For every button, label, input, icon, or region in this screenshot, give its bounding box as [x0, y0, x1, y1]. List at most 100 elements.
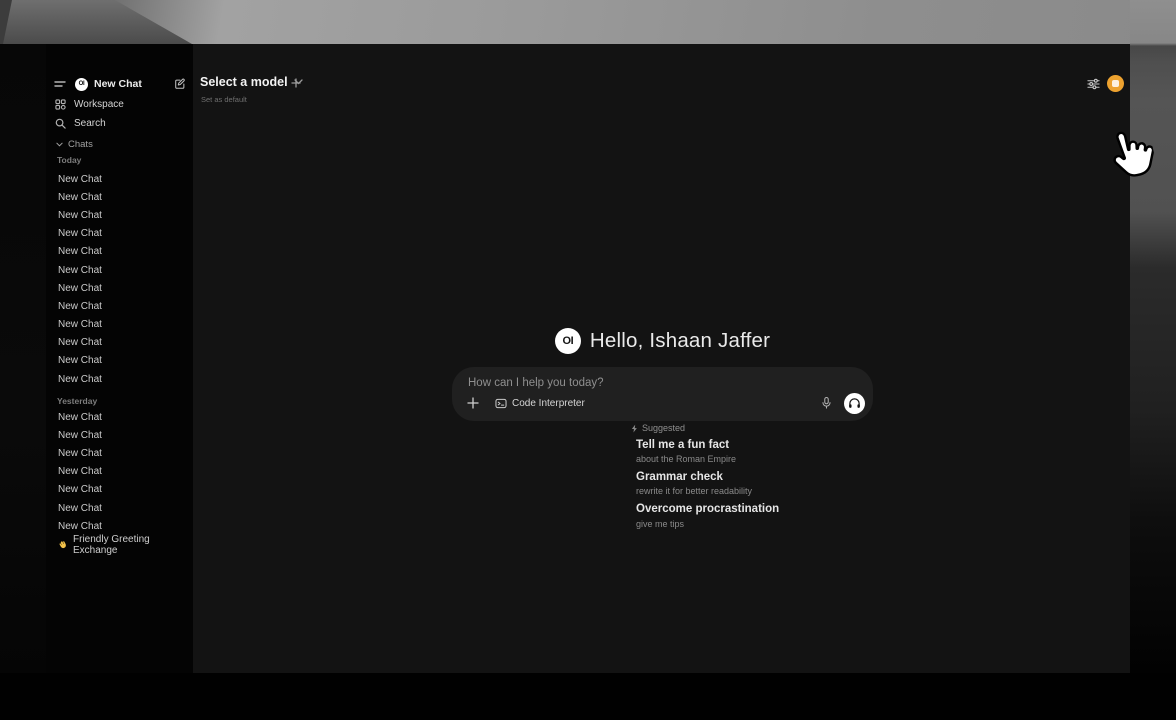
workspace-label: Workspace [74, 99, 124, 110]
chat-title: New Chat [58, 283, 102, 294]
chat-list-item[interactable]: New Chat [46, 408, 193, 426]
chat-title: New Chat [58, 192, 102, 203]
chat-title: New Chat [58, 265, 102, 276]
message-composer: How can I help you today? Code Interpret… [452, 367, 873, 421]
topbar-actions [1087, 75, 1124, 92]
greeting-text: Hello, Ishaan Jaffer [590, 329, 770, 353]
message-input[interactable]: How can I help you today? [468, 377, 604, 389]
attach-plus-icon[interactable] [467, 397, 479, 409]
wave-hand-icon [58, 540, 68, 550]
user-avatar[interactable] [1107, 75, 1124, 92]
sidebar-toggle-icon[interactable] [54, 79, 66, 89]
chat-list-item-friendly-greeting[interactable]: Friendly Greeting Exchange [46, 536, 193, 554]
adjustments-icon[interactable] [1087, 78, 1100, 90]
backdrop-top [0, 0, 1176, 44]
chat-title: New Chat [58, 448, 102, 459]
backdrop-right [1130, 0, 1176, 720]
app-logo: OI [555, 328, 581, 354]
suggestion-title: Grammar check [636, 471, 956, 484]
chat-title: New Chat [58, 484, 102, 495]
suggested-label: Suggested [642, 423, 685, 433]
chat-list-item[interactable]: New Chat [46, 188, 193, 206]
search-icon [55, 118, 66, 129]
chat-list-item[interactable]: New Chat [46, 261, 193, 279]
composer-toolbar: Code Interpreter [463, 392, 865, 414]
new-chat-pencil-icon[interactable] [174, 78, 186, 90]
chat-list-item[interactable]: New Chat [46, 297, 193, 315]
chat-list-item[interactable]: New Chat [46, 426, 193, 444]
chat-title: New Chat [58, 228, 102, 239]
chat-title: New Chat [58, 466, 102, 477]
suggestion-item[interactable]: Tell me a fun fact about the Roman Empir… [636, 439, 956, 464]
suggestion-subtitle: give me tips [636, 519, 956, 529]
add-model-plus-icon[interactable] [291, 78, 301, 88]
chat-list-item[interactable]: New Chat [46, 370, 193, 388]
chat-list-item[interactable]: New Chat [46, 206, 193, 224]
code-interpreter-label: Code Interpreter [512, 398, 585, 409]
app-logo: OI [75, 78, 88, 91]
suggestion-subtitle: rewrite it for better readability [636, 486, 956, 496]
chat-title: Friendly Greeting Exchange [73, 534, 193, 556]
voice-mode-button[interactable] [844, 393, 865, 414]
chat-list-item[interactable]: New Chat [46, 517, 193, 535]
chat-list-item[interactable]: New Chat [46, 463, 193, 481]
suggestion-list: Tell me a fun fact about the Roman Empir… [636, 439, 956, 536]
chevron-down-icon [56, 142, 63, 147]
chat-title: New Chat [58, 412, 102, 423]
suggestion-title: Tell me a fun fact [636, 439, 956, 452]
code-interpreter-icon [495, 398, 507, 409]
chat-title: New Chat [58, 337, 102, 348]
chat-group-label-yesterday: Yesterday [57, 396, 97, 406]
sidebar: OI New Chat Workspace Search [46, 44, 193, 673]
chats-section-label: Chats [68, 139, 93, 150]
suggestion-title: Overcome procrastination [636, 503, 956, 516]
chat-list-yesterday: New Chat New Chat New Chat New Chat New Chat… [46, 408, 193, 535]
sidebar-header: OI New Chat [54, 74, 186, 94]
model-selector[interactable]: Select a model [200, 75, 303, 89]
chat-group-label-today: Today [57, 155, 81, 165]
main-area: Select a model Set as default OI Hello, … [193, 44, 1130, 673]
bolt-icon [631, 424, 638, 433]
microphone-icon[interactable] [821, 396, 832, 410]
desktop-background: OI New Chat Workspace Search [0, 0, 1176, 720]
chat-title: New Chat [58, 355, 102, 366]
chat-list-item[interactable]: New Chat [46, 352, 193, 370]
chat-list-item[interactable]: New Chat [46, 499, 193, 517]
code-interpreter-button[interactable]: Code Interpreter [495, 398, 585, 409]
chat-title: New Chat [58, 210, 102, 221]
model-selector-label: Select a model [200, 75, 288, 89]
set-as-default-link[interactable]: Set as default [201, 95, 247, 104]
chat-list-item[interactable]: New Chat [46, 279, 193, 297]
search-label: Search [74, 118, 106, 129]
suggestion-item[interactable]: Grammar check rewrite it for better read… [636, 471, 956, 496]
chat-list-item[interactable]: New Chat [46, 243, 193, 261]
hero-greeting: OI Hello, Ishaan Jaffer [452, 327, 873, 355]
suggestion-subtitle: about the Roman Empire [636, 454, 956, 464]
headphones-icon [848, 397, 861, 409]
chat-title: New Chat [58, 521, 102, 532]
sidebar-item-workspace[interactable]: Workspace [54, 96, 187, 112]
chat-list-item[interactable]: New Chat [46, 444, 193, 462]
sidebar-title: New Chat [94, 78, 142, 90]
suggestion-item[interactable]: Overcome procrastination give me tips [636, 503, 956, 528]
workspace-grid-icon [55, 99, 66, 110]
chat-list-item[interactable]: New Chat [46, 334, 193, 352]
backdrop-bottom [0, 673, 1176, 720]
chat-title: New Chat [58, 174, 102, 185]
chat-list-today: New Chat New Chat New Chat New Chat New Chat… [46, 170, 193, 388]
sidebar-item-search[interactable]: Search [54, 115, 187, 131]
app-window: OI New Chat Workspace Search [46, 44, 1130, 673]
backdrop-left [0, 44, 46, 673]
chat-list-item[interactable]: New Chat [46, 481, 193, 499]
chat-list-item[interactable]: New Chat [46, 316, 193, 334]
chat-title: New Chat [58, 503, 102, 514]
chat-title: New Chat [58, 301, 102, 312]
chat-title: New Chat [58, 319, 102, 330]
chat-list-item[interactable]: New Chat [46, 170, 193, 188]
suggested-header: Suggested [631, 423, 685, 433]
chat-title: New Chat [58, 430, 102, 441]
chat-list-item[interactable]: New Chat [46, 225, 193, 243]
chat-title: New Chat [58, 246, 102, 257]
chat-title: New Chat [58, 374, 102, 385]
chats-section-header[interactable]: Chats [56, 138, 93, 151]
